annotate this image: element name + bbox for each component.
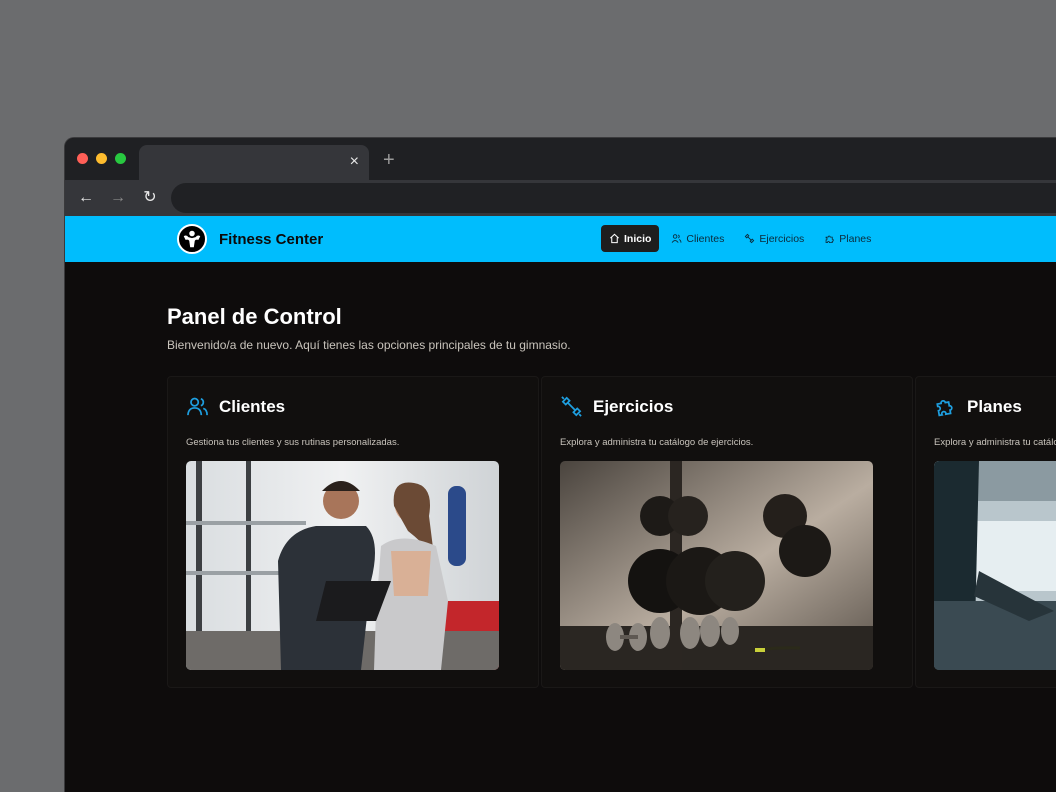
puzzle-icon bbox=[825, 235, 834, 244]
nav-clientes[interactable]: Clientes bbox=[663, 225, 732, 252]
fitness-logo-icon bbox=[177, 224, 207, 254]
card-header: Ejercicios bbox=[560, 395, 673, 418]
nav-clientes-label: Clientes bbox=[686, 232, 725, 245]
nav-inicio[interactable]: Inicio bbox=[601, 225, 660, 252]
card-header: Planes bbox=[934, 395, 1022, 418]
page-subtitle: Bienvenido/a de nuevo. Aquí tienes las o… bbox=[167, 338, 571, 352]
browser-window: × + ← → ↻ Fitness Center Inicio Clientes… bbox=[64, 137, 1056, 792]
main-nav: Inicio Clientes Ejercicios Planes bbox=[601, 225, 879, 252]
app-navbar: Fitness Center Inicio Clientes Ejercicio… bbox=[65, 216, 1056, 262]
close-window-button[interactable] bbox=[77, 153, 88, 164]
users-icon bbox=[187, 397, 208, 416]
card-title: Clientes bbox=[219, 396, 286, 416]
nav-ejercicios[interactable]: Ejercicios bbox=[736, 225, 812, 252]
reload-button[interactable]: ↻ bbox=[139, 187, 161, 209]
card-ejercicios[interactable]: Ejercicios Explora y administra tu catál… bbox=[541, 376, 913, 688]
dumbbell-icon bbox=[745, 233, 755, 244]
browser-toolbar: ← → ↻ bbox=[65, 180, 1056, 216]
window-controls bbox=[77, 153, 126, 164]
brand-name: Fitness Center bbox=[219, 230, 324, 248]
close-tab-icon[interactable]: × bbox=[350, 152, 359, 172]
brand[interactable]: Fitness Center bbox=[177, 224, 323, 254]
forward-button[interactable]: → bbox=[107, 187, 129, 209]
card-planes[interactable]: Planes Explora y administra tu catálogo … bbox=[915, 376, 1056, 688]
trainer-client-photo[interactable] bbox=[186, 461, 499, 670]
card-title: Planes bbox=[967, 396, 1022, 416]
back-button[interactable]: ← bbox=[75, 187, 97, 209]
card-description: Gestiona tus clientes y sus rutinas pers… bbox=[186, 437, 400, 448]
dumbbell-icon bbox=[561, 396, 582, 417]
card-title: Ejercicios bbox=[593, 396, 674, 416]
home-icon bbox=[610, 233, 619, 244]
maximize-window-button[interactable] bbox=[115, 153, 126, 164]
card-description: Explora y administra tu catálogo de plan… bbox=[934, 437, 1056, 448]
nav-planes-label: Planes bbox=[839, 232, 872, 245]
puzzle-icon bbox=[936, 400, 953, 417]
nav-ejercicios-label: Ejercicios bbox=[759, 232, 805, 245]
card-clientes[interactable]: Clientes Gestiona tus clientes y sus rut… bbox=[167, 376, 539, 688]
gym-interior-photo[interactable] bbox=[934, 461, 1056, 670]
minimize-window-button[interactable] bbox=[96, 153, 107, 164]
browser-tabbar: × + bbox=[65, 138, 1056, 180]
card-header: Clientes bbox=[186, 395, 285, 418]
nav-planes[interactable]: Planes bbox=[816, 225, 879, 252]
page-title: Panel de Control bbox=[167, 304, 342, 329]
card-description: Explora y administra tu catálogo de ejer… bbox=[560, 437, 754, 448]
nav-inicio-label: Inicio bbox=[624, 232, 652, 245]
dashboard-main: Panel de Control Bienvenido/a de nuevo. … bbox=[65, 262, 1056, 792]
browser-tab[interactable]: × bbox=[139, 145, 369, 180]
users-icon bbox=[672, 234, 682, 243]
dumbbell-rack-photo[interactable] bbox=[560, 461, 873, 670]
new-tab-button[interactable]: + bbox=[383, 148, 395, 172]
address-bar[interactable] bbox=[171, 183, 1056, 213]
